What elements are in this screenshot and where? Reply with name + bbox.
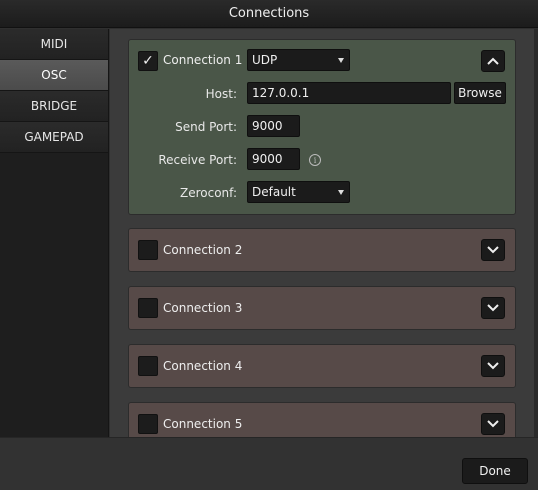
connection-2-label: Connection 2 [163,243,243,257]
connection-3-checkbox[interactable] [138,298,158,318]
connection-1-label: Connection 1 [163,53,243,67]
sidebar-tab-bridge[interactable]: BRIDGE [0,91,108,122]
send-port-label: Send Port: [175,120,237,134]
host-input[interactable] [247,82,451,104]
collapse-button[interactable] [481,50,505,72]
chevron-down-icon [487,362,499,370]
connection-2-panel: Connection 2 [128,228,516,272]
connection-4-checkbox[interactable] [138,356,158,376]
connection-1-panel: ✓ Connection 1 UDP Host: Browse Send Por… [128,39,516,215]
sidebar: MIDI OSC BRIDGE GAMEPAD [0,29,109,437]
sidebar-tab-osc[interactable]: OSC [0,60,108,91]
protocol-select[interactable]: UDP [247,49,350,71]
connection-4-panel: Connection 4 [128,344,516,388]
zeroconf-label: Zeroconf: [180,186,237,200]
chevron-down-icon [487,304,499,312]
expand-button[interactable] [481,239,505,261]
connection-5-checkbox[interactable] [138,414,158,434]
connection-5-panel: Connection 5 [128,402,516,437]
connection-4-label: Connection 4 [163,359,243,373]
connections-panel[interactable]: ✓ Connection 1 UDP Host: Browse Send Por… [110,29,538,437]
expand-button[interactable] [481,297,505,319]
receive-port-input[interactable] [247,148,300,170]
done-button[interactable]: Done [462,458,528,484]
checkmark-icon: ✓ [142,53,154,69]
sidebar-tab-gamepad[interactable]: GAMEPAD [0,122,108,153]
window-titlebar: Connections [0,0,538,28]
send-port-input[interactable] [247,115,300,137]
connection-2-checkbox[interactable] [138,240,158,260]
receive-port-label: Receive Port: [158,153,237,167]
expand-button[interactable] [481,355,505,377]
host-label: Host: [205,87,237,101]
expand-button[interactable] [481,413,505,435]
chevron-up-icon [487,57,499,65]
connection-1-checkbox[interactable]: ✓ [138,51,158,71]
window-title: Connections [228,6,310,21]
info-icon[interactable]: i [309,154,321,166]
dialog-footer: Done [0,437,538,490]
sidebar-tab-midi[interactable]: MIDI [0,29,108,60]
zeroconf-select[interactable]: Default [247,181,350,203]
dropdown-arrow-icon [338,58,344,63]
chevron-down-icon [487,420,499,428]
zeroconf-value: Default [252,185,296,199]
chevron-down-icon [487,246,499,254]
browse-button[interactable]: Browse [454,82,506,104]
protocol-value: UDP [252,53,278,67]
connection-3-panel: Connection 3 [128,286,516,330]
connection-5-label: Connection 5 [163,417,243,431]
dropdown-arrow-icon [338,190,344,195]
connection-3-label: Connection 3 [163,301,243,315]
scroll-edge [534,29,538,437]
